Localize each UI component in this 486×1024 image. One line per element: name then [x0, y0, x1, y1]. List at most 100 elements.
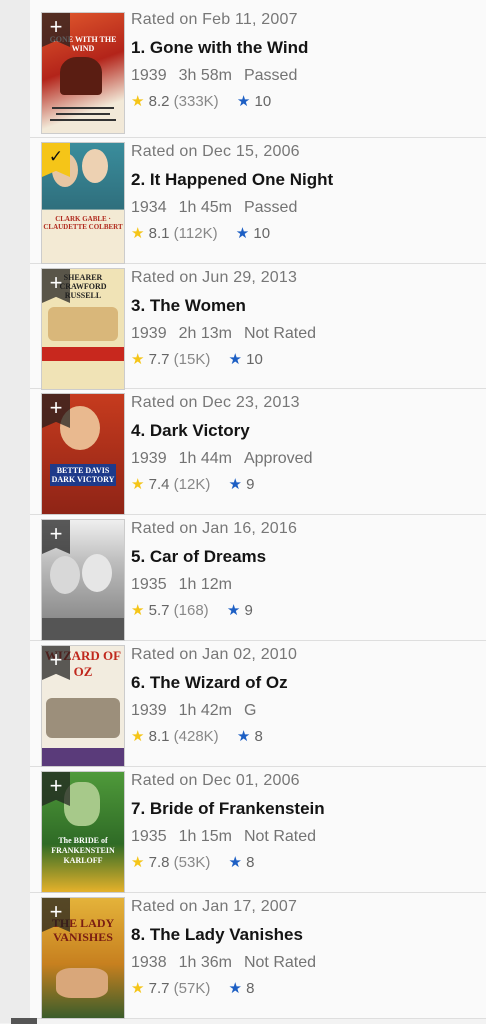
vote-count: (53K) — [173, 854, 211, 871]
star-icon: ★ — [131, 225, 145, 242]
user-rating[interactable]: 10 — [254, 93, 271, 110]
movie-poster[interactable]: CLARK GABLE · CLAUDETTE COLBERT ✓ — [41, 142, 125, 264]
movie-runtime: 1h 36m — [178, 954, 232, 971]
movie-title[interactable]: 3. The Women — [131, 295, 480, 317]
imdb-rating: 8.1 — [148, 728, 170, 745]
star-icon[interactable]: ★ — [229, 980, 242, 997]
star-icon: ★ — [131, 854, 145, 871]
movie-certificate: Passed — [243, 199, 298, 216]
movie-poster[interactable]: THE LADY VANISHES + — [41, 897, 125, 1019]
vote-count: (15K) — [173, 351, 211, 368]
list-item[interactable]: The BRIDE of FRANKENSTEIN KARLOFF + Rate… — [30, 767, 486, 893]
list-item[interactable]: + Rated on Jan 16, 2016 5. Car of Dreams… — [30, 515, 486, 641]
star-icon: ★ — [131, 728, 145, 745]
list-item[interactable]: WIZARD OF OZ + Rated on Jan 02, 2010 6. … — [30, 641, 486, 767]
star-icon[interactable]: ★ — [227, 602, 240, 619]
rated-date: Rated on Dec 23, 2013 — [131, 394, 300, 411]
movie-title[interactable]: 6. The Wizard of Oz — [131, 672, 480, 694]
plus-icon: + — [49, 647, 63, 672]
movie-title[interactable]: 1. Gone with the Wind — [131, 37, 480, 59]
plus-icon: + — [49, 14, 63, 39]
movie-meta: 1939 1h 44m Approved — [131, 449, 480, 469]
ratings-row: ★ 7.7 (57K) ★ 8 — [131, 979, 480, 999]
left-rail — [0, 0, 31, 1023]
movie-title[interactable]: 4. Dark Victory — [131, 420, 480, 442]
imdb-rating: 8.1 — [148, 225, 170, 242]
movie-certificate: Not Rated — [243, 325, 317, 342]
movie-year: 1934 — [131, 199, 167, 216]
star-icon: ★ — [131, 93, 145, 110]
plus-icon: + — [49, 521, 63, 546]
movie-year: 1938 — [131, 954, 167, 971]
plus-icon: + — [49, 395, 63, 420]
star-icon: ★ — [131, 980, 145, 997]
list-item[interactable]: THE LADY VANISHES + Rated on Jan 17, 200… — [30, 893, 486, 1019]
star-icon[interactable]: ★ — [229, 854, 242, 871]
star-icon: ★ — [131, 351, 145, 368]
vote-count: (57K) — [173, 980, 211, 997]
movie-runtime: 1h 44m — [178, 450, 232, 467]
movie-poster[interactable]: The BRIDE of FRANKENSTEIN KARLOFF + — [41, 771, 125, 893]
user-rating[interactable]: 9 — [246, 476, 254, 493]
movie-poster[interactable]: GONE WITH THE WIND + — [41, 12, 125, 134]
movie-certificate: Passed — [243, 67, 298, 84]
vote-count: (428K) — [173, 728, 219, 745]
star-icon[interactable]: ★ — [229, 476, 242, 493]
user-rating[interactable]: 10 — [253, 225, 270, 242]
movie-runtime: 3h 58m — [178, 67, 232, 84]
movie-poster[interactable]: SHEARER CRAWFORD RUSSELL + — [41, 268, 125, 390]
user-rating[interactable]: 8 — [254, 728, 262, 745]
user-rating[interactable]: 8 — [246, 980, 254, 997]
rated-date: Rated on Jan 17, 2007 — [131, 898, 298, 915]
rated-date: Rated on Dec 01, 2006 — [131, 772, 300, 789]
movie-year: 1939 — [131, 67, 167, 84]
vote-count: (168) — [173, 602, 209, 619]
movie-poster[interactable]: + — [41, 519, 125, 641]
user-rating[interactable]: 8 — [246, 854, 254, 871]
rated-movies-list: GONE WITH THE WIND + Rated on Feb 11, 20… — [30, 0, 486, 1019]
movie-title[interactable]: 5. Car of Dreams — [131, 546, 480, 568]
checkmark-icon: ✓ — [48, 147, 64, 166]
movie-certificate: Not Rated — [243, 828, 317, 845]
vote-count: (333K) — [173, 93, 219, 110]
movie-certificate: G — [243, 702, 257, 719]
user-rating[interactable]: 9 — [244, 602, 252, 619]
movie-title[interactable]: 7. Bride of Frankenstein — [131, 798, 480, 820]
movie-runtime: 1h 42m — [178, 702, 232, 719]
movie-meta: 1935 1h 15m Not Rated — [131, 827, 480, 847]
movie-runtime: 1h 15m — [178, 828, 232, 845]
movie-year: 1939 — [131, 450, 167, 467]
movie-runtime: 2h 13m — [178, 325, 232, 342]
list-item[interactable]: GONE WITH THE WIND + Rated on Feb 11, 20… — [30, 0, 486, 138]
movie-certificate: Not Rated — [243, 954, 317, 971]
star-icon[interactable]: ★ — [237, 728, 250, 745]
imdb-rating: 7.7 — [148, 980, 170, 997]
imdb-rating: 7.7 — [148, 351, 170, 368]
imdb-rating: 7.4 — [148, 476, 170, 493]
movie-certificate: Approved — [243, 450, 313, 467]
ratings-row: ★ 7.8 (53K) ★ 8 — [131, 853, 480, 873]
movie-title[interactable]: 8. The Lady Vanishes — [131, 924, 480, 946]
ratings-row: ★ 7.4 (12K) ★ 9 — [131, 475, 480, 495]
plus-icon: + — [49, 773, 63, 798]
list-item[interactable]: BETTE DAVIS DARK VICTORY + Rated on Dec … — [30, 389, 486, 515]
movie-meta: 1934 1h 45m Passed — [131, 198, 480, 218]
ratings-row: ★ 8.2 (333K) ★ 10 — [131, 92, 480, 112]
ratings-row: ★ 8.1 (112K) ★ 10 — [131, 224, 480, 244]
star-icon[interactable]: ★ — [229, 351, 242, 368]
ratings-row: ★ 7.7 (15K) ★ 10 — [131, 350, 480, 370]
list-item[interactable]: SHEARER CRAWFORD RUSSELL + Rated on Jun … — [30, 264, 486, 390]
next-poster-edge — [11, 1018, 37, 1024]
rated-date: Rated on Jun 29, 2013 — [131, 269, 298, 286]
movie-title[interactable]: 2. It Happened One Night — [131, 169, 480, 191]
plus-icon: + — [49, 899, 63, 924]
imdb-rating: 8.2 — [148, 93, 170, 110]
rated-date: Rated on Feb 11, 2007 — [131, 11, 298, 28]
list-item[interactable]: CLARK GABLE · CLAUDETTE COLBERT ✓ Rated … — [30, 138, 486, 264]
user-rating[interactable]: 10 — [246, 351, 263, 368]
star-icon[interactable]: ★ — [236, 225, 249, 242]
movie-poster[interactable]: WIZARD OF OZ + — [41, 645, 125, 767]
movie-poster[interactable]: BETTE DAVIS DARK VICTORY + — [41, 393, 125, 515]
ratings-row: ★ 5.7 (168) ★ 9 — [131, 601, 480, 621]
star-icon[interactable]: ★ — [237, 93, 250, 110]
